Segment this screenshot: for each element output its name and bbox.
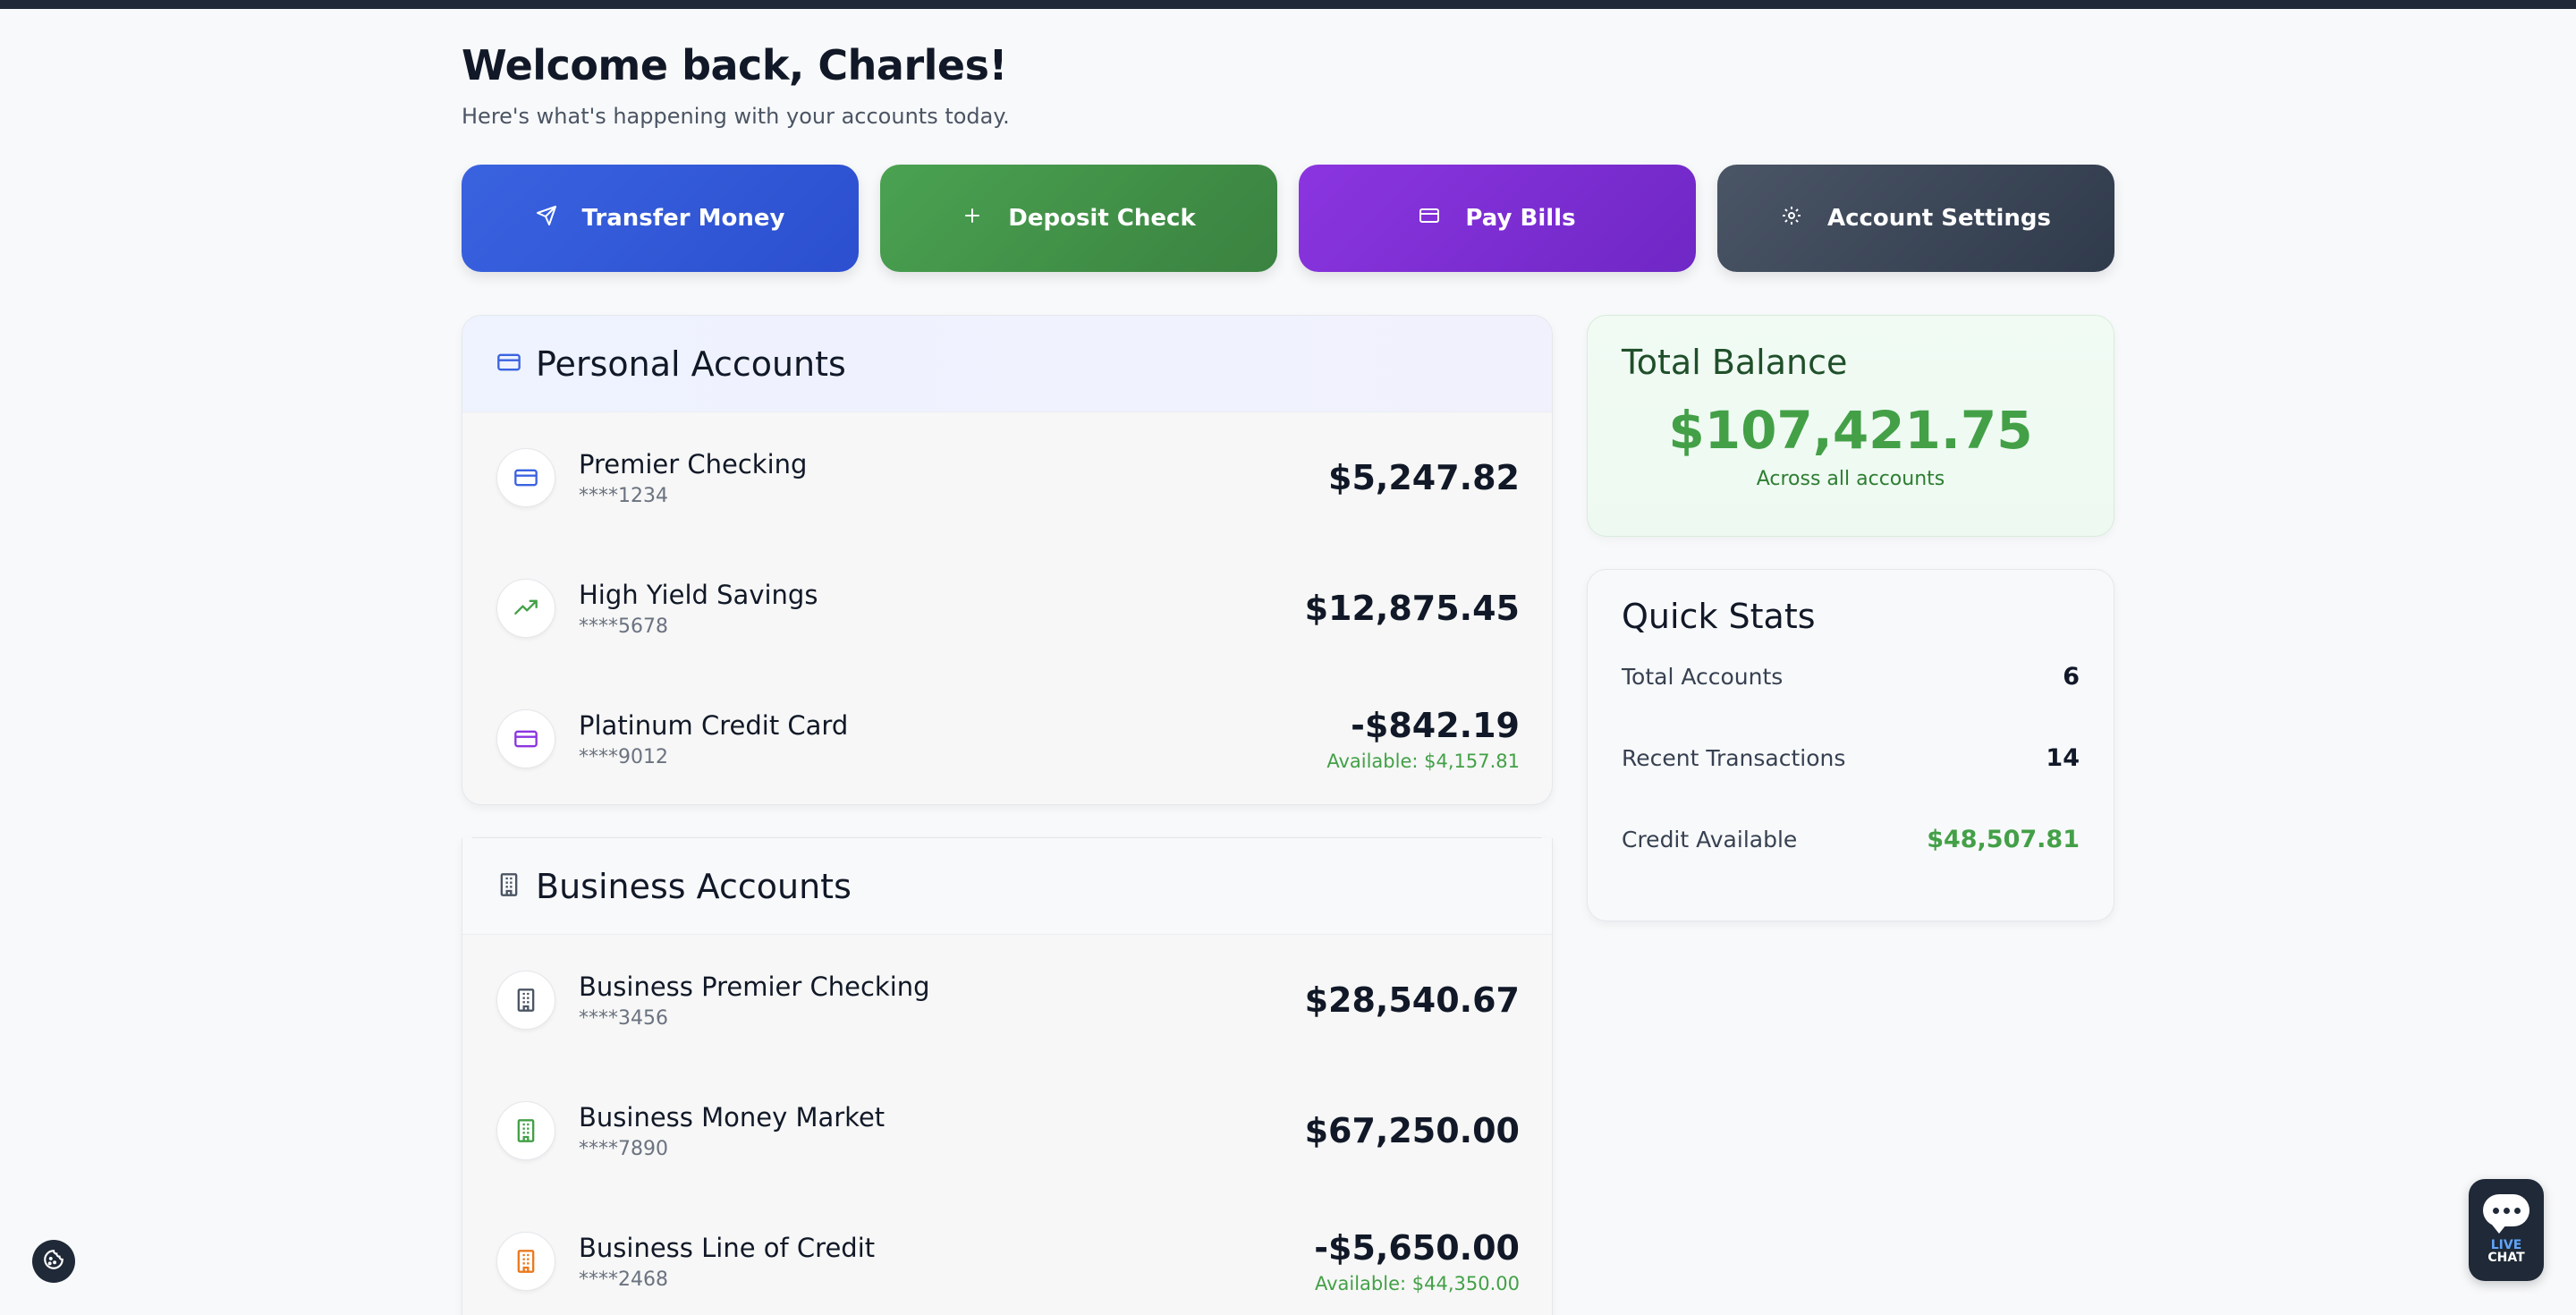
cookie-icon [42, 1248, 65, 1275]
account-number: ****9012 [579, 745, 668, 768]
quick-stats-title: Quick Stats [1622, 597, 1816, 636]
account-balance: -$842.19 [1351, 706, 1520, 745]
chat-bubble-icon [2483, 1194, 2529, 1234]
account-name: Platinum Credit Card [579, 709, 849, 741]
credit-card-icon [496, 448, 555, 507]
credit-card-icon [496, 709, 555, 768]
stat-value: 14 [2046, 744, 2080, 772]
total-balance-card: Total Balance $107,421.75 Across all acc… [1587, 315, 2114, 537]
plus-icon [962, 205, 983, 233]
personal-accounts-card: Personal Accounts Premier Checking ****1… [462, 315, 1553, 805]
page-subtitle: Here's what's happening with your accoun… [462, 104, 1010, 129]
transfer-money-label: Transfer Money [581, 205, 785, 232]
total-balance-amount: $107,421.75 [1668, 400, 2033, 461]
account-info: Platinum Credit Card ****9012 [579, 710, 1326, 768]
building-icon [496, 1232, 555, 1291]
transfer-money-button[interactable]: Transfer Money [462, 165, 859, 272]
account-settings-label: Account Settings [1826, 205, 2052, 232]
top-bar [0, 0, 2576, 9]
business-accounts-title: Business Accounts [536, 866, 852, 906]
personal-accounts-title: Personal Accounts [536, 344, 846, 384]
account-amount: $28,540.67 [1305, 980, 1520, 1020]
building-icon [496, 971, 555, 1030]
account-balance: -$5,650.00 [1314, 1228, 1520, 1268]
stat-row-total-accounts: Total Accounts 6 [1622, 636, 2080, 717]
summary-column: Total Balance $107,421.75 Across all acc… [1587, 315, 2114, 1315]
account-info: Business Premier Checking ****3456 [579, 971, 1305, 1030]
stat-label: Recent Transactions [1622, 745, 1846, 771]
account-name: Business Money Market [579, 1101, 886, 1133]
account-number: ****5678 [579, 615, 668, 638]
building-icon [496, 872, 521, 901]
account-number: ****2468 [579, 1268, 668, 1291]
account-row-business-line-of-credit[interactable]: Business Line of Credit ****2468 -$5,650… [462, 1196, 1552, 1315]
stat-row-credit-available: Credit Available $48,507.81 [1622, 799, 2080, 880]
chat-live-label: LIVE [2490, 1238, 2522, 1253]
account-available: Available: $4,157.81 [1326, 751, 1520, 772]
deposit-check-label: Deposit Check [1008, 205, 1196, 232]
account-number: ****1234 [579, 484, 668, 507]
account-row-high-yield-savings[interactable]: High Yield Savings ****5678 $12,875.45 [462, 543, 1552, 674]
stat-label: Total Accounts [1622, 664, 1784, 690]
account-settings-button[interactable]: Account Settings [1717, 165, 2114, 272]
account-info: High Yield Savings ****5678 [579, 580, 1305, 638]
business-accounts-card: Business Accounts Business Premier Check… [462, 838, 1553, 1315]
stat-label: Credit Available [1622, 827, 1798, 853]
dashboard: Welcome back, Charles! Here's what's hap… [462, 9, 2114, 1315]
pay-bills-button[interactable]: Pay Bills [1299, 165, 1696, 272]
account-amount: $5,247.82 [1328, 458, 1520, 497]
account-row-business-premier-checking[interactable]: Business Premier Checking ****3456 $28,5… [462, 935, 1552, 1065]
account-name: High Yield Savings [579, 579, 818, 610]
gear-icon [1781, 205, 1802, 233]
quick-actions: Transfer Money Deposit Check Pay Bills A… [462, 165, 2114, 272]
account-name: Premier Checking [579, 448, 808, 479]
account-name: Business Line of Credit [579, 1232, 876, 1263]
live-chat-button[interactable]: LIVE CHAT [2469, 1179, 2544, 1281]
building-icon [496, 1101, 555, 1160]
account-amount: -$5,650.00 Available: $44,350.00 [1314, 1228, 1520, 1294]
send-icon [536, 205, 557, 233]
stat-value: 6 [2063, 663, 2080, 691]
account-amount: $67,250.00 [1305, 1111, 1520, 1150]
account-available: Available: $44,350.00 [1314, 1273, 1520, 1294]
account-info: Premier Checking ****1234 [579, 449, 1328, 507]
account-info: Business Money Market ****7890 [579, 1102, 1305, 1160]
total-balance-subtitle: Across all accounts [1756, 468, 1945, 490]
account-name: Business Premier Checking [579, 971, 930, 1002]
accounts-column: Personal Accounts Premier Checking ****1… [462, 315, 1553, 1315]
personal-accounts-header: Personal Accounts [462, 316, 1552, 412]
credit-card-icon [496, 350, 521, 378]
account-number: ****7890 [579, 1137, 668, 1160]
business-accounts-header: Business Accounts [462, 838, 1552, 935]
stat-row-recent-transactions: Recent Transactions 14 [1622, 717, 2080, 799]
account-row-platinum-credit-card[interactable]: Platinum Credit Card ****9012 -$842.19 A… [462, 674, 1552, 804]
account-balance: $28,540.67 [1304, 980, 1520, 1020]
page-title: Welcome back, Charles! [462, 41, 1007, 89]
account-row-business-money-market[interactable]: Business Money Market ****7890 $67,250.0… [462, 1065, 1552, 1196]
account-info: Business Line of Credit ****2468 [579, 1233, 1314, 1291]
account-row-premier-checking[interactable]: Premier Checking ****1234 $5,247.82 [462, 412, 1552, 543]
trending-up-icon [496, 579, 555, 638]
account-amount: -$842.19 Available: $4,157.81 [1326, 706, 1520, 772]
account-amount: $12,875.45 [1305, 589, 1520, 628]
total-balance-title: Total Balance [1622, 343, 1848, 382]
account-balance: $12,875.45 [1304, 589, 1520, 628]
chat-label: CHAT [2487, 1251, 2525, 1266]
account-balance: $67,250.00 [1304, 1111, 1520, 1150]
stat-value: $48,507.81 [1927, 826, 2080, 853]
cookie-settings-button[interactable] [32, 1240, 75, 1283]
deposit-check-button[interactable]: Deposit Check [880, 165, 1277, 272]
quick-stats-card: Quick Stats Total Accounts 6 Recent Tran… [1587, 569, 2114, 921]
account-number: ****3456 [579, 1006, 668, 1030]
account-balance: $5,247.82 [1328, 458, 1520, 497]
main-content: Personal Accounts Premier Checking ****1… [462, 315, 2114, 1315]
credit-card-icon [1419, 205, 1440, 233]
pay-bills-label: Pay Bills [1465, 205, 1576, 232]
